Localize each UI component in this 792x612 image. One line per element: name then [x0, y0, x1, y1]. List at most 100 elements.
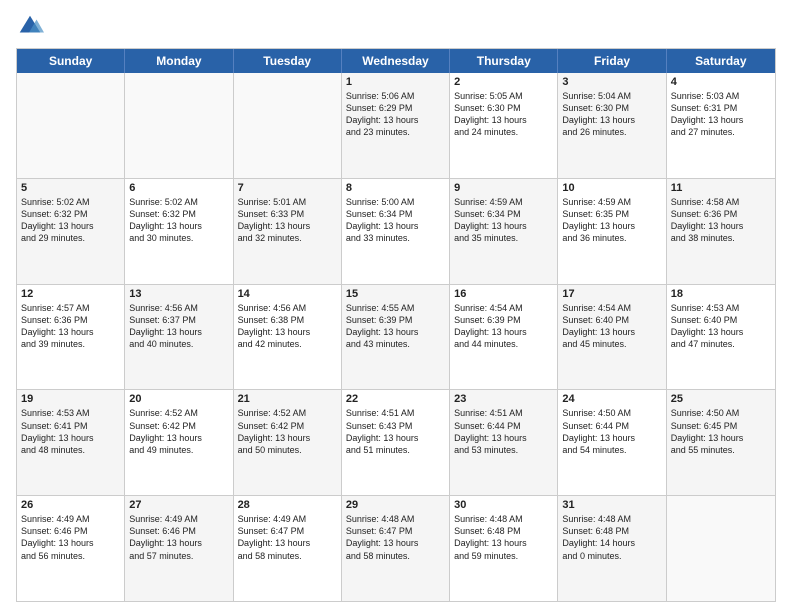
day-info: Sunrise: 4:54 AM Sunset: 6:39 PM Dayligh…: [454, 302, 553, 351]
day-header-friday: Friday: [558, 49, 666, 73]
day-cell: 9 Sunrise: 4:59 AM Sunset: 6:34 PM Daylig…: [450, 179, 558, 284]
calendar-body: 1Sunrise: 5:06 AM Sunset: 6:29 PM Daylig…: [17, 73, 775, 601]
day-cell: 15 Sunrise: 4:55 AM Sunset: 6:39 PM Dayli…: [342, 285, 450, 390]
day-cell: 27 Sunrise: 4:49 AM Sunset: 6:46 PM Dayli…: [125, 496, 233, 601]
week-row: 19Sunrise: 4:53 AM Sunset: 6:41 PM Dayli…: [17, 390, 775, 496]
day-cell: 7 Sunrise: 5:01 AM Sunset: 6:33 PM Daylig…: [234, 179, 342, 284]
day-cell: 24Sunrise: 4:50 AM Sunset: 6:44 PM Dayli…: [558, 390, 666, 495]
day-number: 25: [671, 393, 771, 405]
day-info: Sunrise: 4:59 AM Sunset: 6:34 PM Dayligh…: [454, 196, 553, 245]
logo-icon: [16, 12, 44, 40]
day-cell: 14Sunrise: 4:56 AM Sunset: 6:38 PM Dayli…: [234, 285, 342, 390]
day-cell: 22 Sunrise: 4:51 AM Sunset: 6:43 PM Dayli…: [342, 390, 450, 495]
day-cell: 29 Sunrise: 4:48 AM Sunset: 6:47 PM Dayli…: [342, 496, 450, 601]
week-row: 1Sunrise: 5:06 AM Sunset: 6:29 PM Daylig…: [17, 73, 775, 179]
day-number: 23: [454, 393, 553, 405]
day-info: Sunrise: 4:55 AM Sunset: 6:39 PM Dayligh…: [346, 302, 445, 351]
day-info: Sunrise: 5:03 AM Sunset: 6:31 PM Dayligh…: [671, 90, 771, 139]
day-number: 16: [454, 288, 553, 300]
day-cell: 3Sunrise: 5:04 AM Sunset: 6:30 PM Daylig…: [558, 73, 666, 178]
day-cell: 18Sunrise: 4:53 AM Sunset: 6:40 PM Dayli…: [667, 285, 775, 390]
day-number: 29: [346, 499, 445, 511]
day-number: 8: [346, 182, 445, 194]
day-header-monday: Monday: [125, 49, 233, 73]
day-number: 12: [21, 288, 120, 300]
day-cell: 10Sunrise: 4:59 AM Sunset: 6:35 PM Dayli…: [558, 179, 666, 284]
page: SundayMondayTuesdayWednesdayThursdayFrid…: [0, 0, 792, 612]
day-info: Sunrise: 4:51 AM Sunset: 6:44 PM Dayligh…: [454, 407, 553, 456]
day-number: 26: [21, 499, 120, 511]
day-info: Sunrise: 4:52 AM Sunset: 6:42 PM Dayligh…: [238, 407, 337, 456]
header: [16, 12, 776, 40]
day-info: Sunrise: 4:50 AM Sunset: 6:45 PM Dayligh…: [671, 407, 771, 456]
day-number: 6: [129, 182, 228, 194]
day-cell: 26 Sunrise: 4:49 AM Sunset: 6:46 PM Dayli…: [17, 496, 125, 601]
day-cell: [125, 73, 233, 178]
day-info: Sunrise: 5:00 AM Sunset: 6:34 PM Dayligh…: [346, 196, 445, 245]
day-cell: 31 Sunrise: 4:48 AM Sunset: 6:48 PM Dayli…: [558, 496, 666, 601]
day-info: Sunrise: 4:53 AM Sunset: 6:41 PM Dayligh…: [21, 407, 120, 456]
day-info: Sunrise: 5:01 AM Sunset: 6:33 PM Dayligh…: [238, 196, 337, 245]
day-number: 4: [671, 76, 771, 88]
day-number: 27: [129, 499, 228, 511]
day-header-tuesday: Tuesday: [234, 49, 342, 73]
day-cell: 8 Sunrise: 5:00 AM Sunset: 6:34 PM Daylig…: [342, 179, 450, 284]
day-number: 31: [562, 499, 661, 511]
day-number: 18: [671, 288, 771, 300]
day-cell: 19Sunrise: 4:53 AM Sunset: 6:41 PM Dayli…: [17, 390, 125, 495]
day-number: 2: [454, 76, 553, 88]
day-info: Sunrise: 5:05 AM Sunset: 6:30 PM Dayligh…: [454, 90, 553, 139]
day-cell: [667, 496, 775, 601]
day-number: 28: [238, 499, 337, 511]
day-cell: 20 Sunrise: 4:52 AM Sunset: 6:42 PM Dayli…: [125, 390, 233, 495]
day-number: 24: [562, 393, 661, 405]
day-info: Sunrise: 4:48 AM Sunset: 6:48 PM Dayligh…: [562, 513, 661, 562]
week-row: 12 Sunrise: 4:57 AM Sunset: 6:36 PM Dayli…: [17, 285, 775, 391]
day-cell: 23 Sunrise: 4:51 AM Sunset: 6:44 PM Dayli…: [450, 390, 558, 495]
day-number: 22: [346, 393, 445, 405]
day-number: 11: [671, 182, 771, 194]
day-cell: 30 Sunrise: 4:48 AM Sunset: 6:48 PM Dayli…: [450, 496, 558, 601]
day-cell: [234, 73, 342, 178]
day-info: Sunrise: 5:06 AM Sunset: 6:29 PM Dayligh…: [346, 90, 445, 139]
day-info: Sunrise: 4:49 AM Sunset: 6:47 PM Dayligh…: [238, 513, 337, 562]
day-cell: 13Sunrise: 4:56 AM Sunset: 6:37 PM Dayli…: [125, 285, 233, 390]
day-cell: 17Sunrise: 4:54 AM Sunset: 6:40 PM Dayli…: [558, 285, 666, 390]
day-number: 9: [454, 182, 553, 194]
day-number: 13: [129, 288, 228, 300]
day-cell: 25 Sunrise: 4:50 AM Sunset: 6:45 PM Dayli…: [667, 390, 775, 495]
logo: [16, 12, 48, 40]
day-number: 5: [21, 182, 120, 194]
day-info: Sunrise: 5:02 AM Sunset: 6:32 PM Dayligh…: [21, 196, 120, 245]
day-header-saturday: Saturday: [667, 49, 775, 73]
day-header-thursday: Thursday: [450, 49, 558, 73]
day-header-wednesday: Wednesday: [342, 49, 450, 73]
day-cell: 5 Sunrise: 5:02 AM Sunset: 6:32 PM Daylig…: [17, 179, 125, 284]
day-info: Sunrise: 5:02 AM Sunset: 6:32 PM Dayligh…: [129, 196, 228, 245]
day-info: Sunrise: 4:59 AM Sunset: 6:35 PM Dayligh…: [562, 196, 661, 245]
day-headers: SundayMondayTuesdayWednesdayThursdayFrid…: [17, 49, 775, 73]
day-number: 30: [454, 499, 553, 511]
day-info: Sunrise: 4:49 AM Sunset: 6:46 PM Dayligh…: [129, 513, 228, 562]
day-cell: [17, 73, 125, 178]
day-info: Sunrise: 4:49 AM Sunset: 6:46 PM Dayligh…: [21, 513, 120, 562]
day-info: Sunrise: 4:56 AM Sunset: 6:38 PM Dayligh…: [238, 302, 337, 351]
day-info: Sunrise: 5:04 AM Sunset: 6:30 PM Dayligh…: [562, 90, 661, 139]
day-cell: 4 Sunrise: 5:03 AM Sunset: 6:31 PM Daylig…: [667, 73, 775, 178]
day-cell: 16 Sunrise: 4:54 AM Sunset: 6:39 PM Dayli…: [450, 285, 558, 390]
day-info: Sunrise: 4:52 AM Sunset: 6:42 PM Dayligh…: [129, 407, 228, 456]
day-number: 17: [562, 288, 661, 300]
day-info: Sunrise: 4:48 AM Sunset: 6:47 PM Dayligh…: [346, 513, 445, 562]
day-info: Sunrise: 4:51 AM Sunset: 6:43 PM Dayligh…: [346, 407, 445, 456]
day-number: 15: [346, 288, 445, 300]
day-cell: 12 Sunrise: 4:57 AM Sunset: 6:36 PM Dayli…: [17, 285, 125, 390]
day-info: Sunrise: 4:58 AM Sunset: 6:36 PM Dayligh…: [671, 196, 771, 245]
day-cell: 6 Sunrise: 5:02 AM Sunset: 6:32 PM Daylig…: [125, 179, 233, 284]
day-number: 20: [129, 393, 228, 405]
day-info: Sunrise: 4:48 AM Sunset: 6:48 PM Dayligh…: [454, 513, 553, 562]
day-info: Sunrise: 4:57 AM Sunset: 6:36 PM Dayligh…: [21, 302, 120, 351]
day-number: 7: [238, 182, 337, 194]
week-row: 5 Sunrise: 5:02 AM Sunset: 6:32 PM Daylig…: [17, 179, 775, 285]
calendar: SundayMondayTuesdayWednesdayThursdayFrid…: [16, 48, 776, 602]
day-cell: 1Sunrise: 5:06 AM Sunset: 6:29 PM Daylig…: [342, 73, 450, 178]
